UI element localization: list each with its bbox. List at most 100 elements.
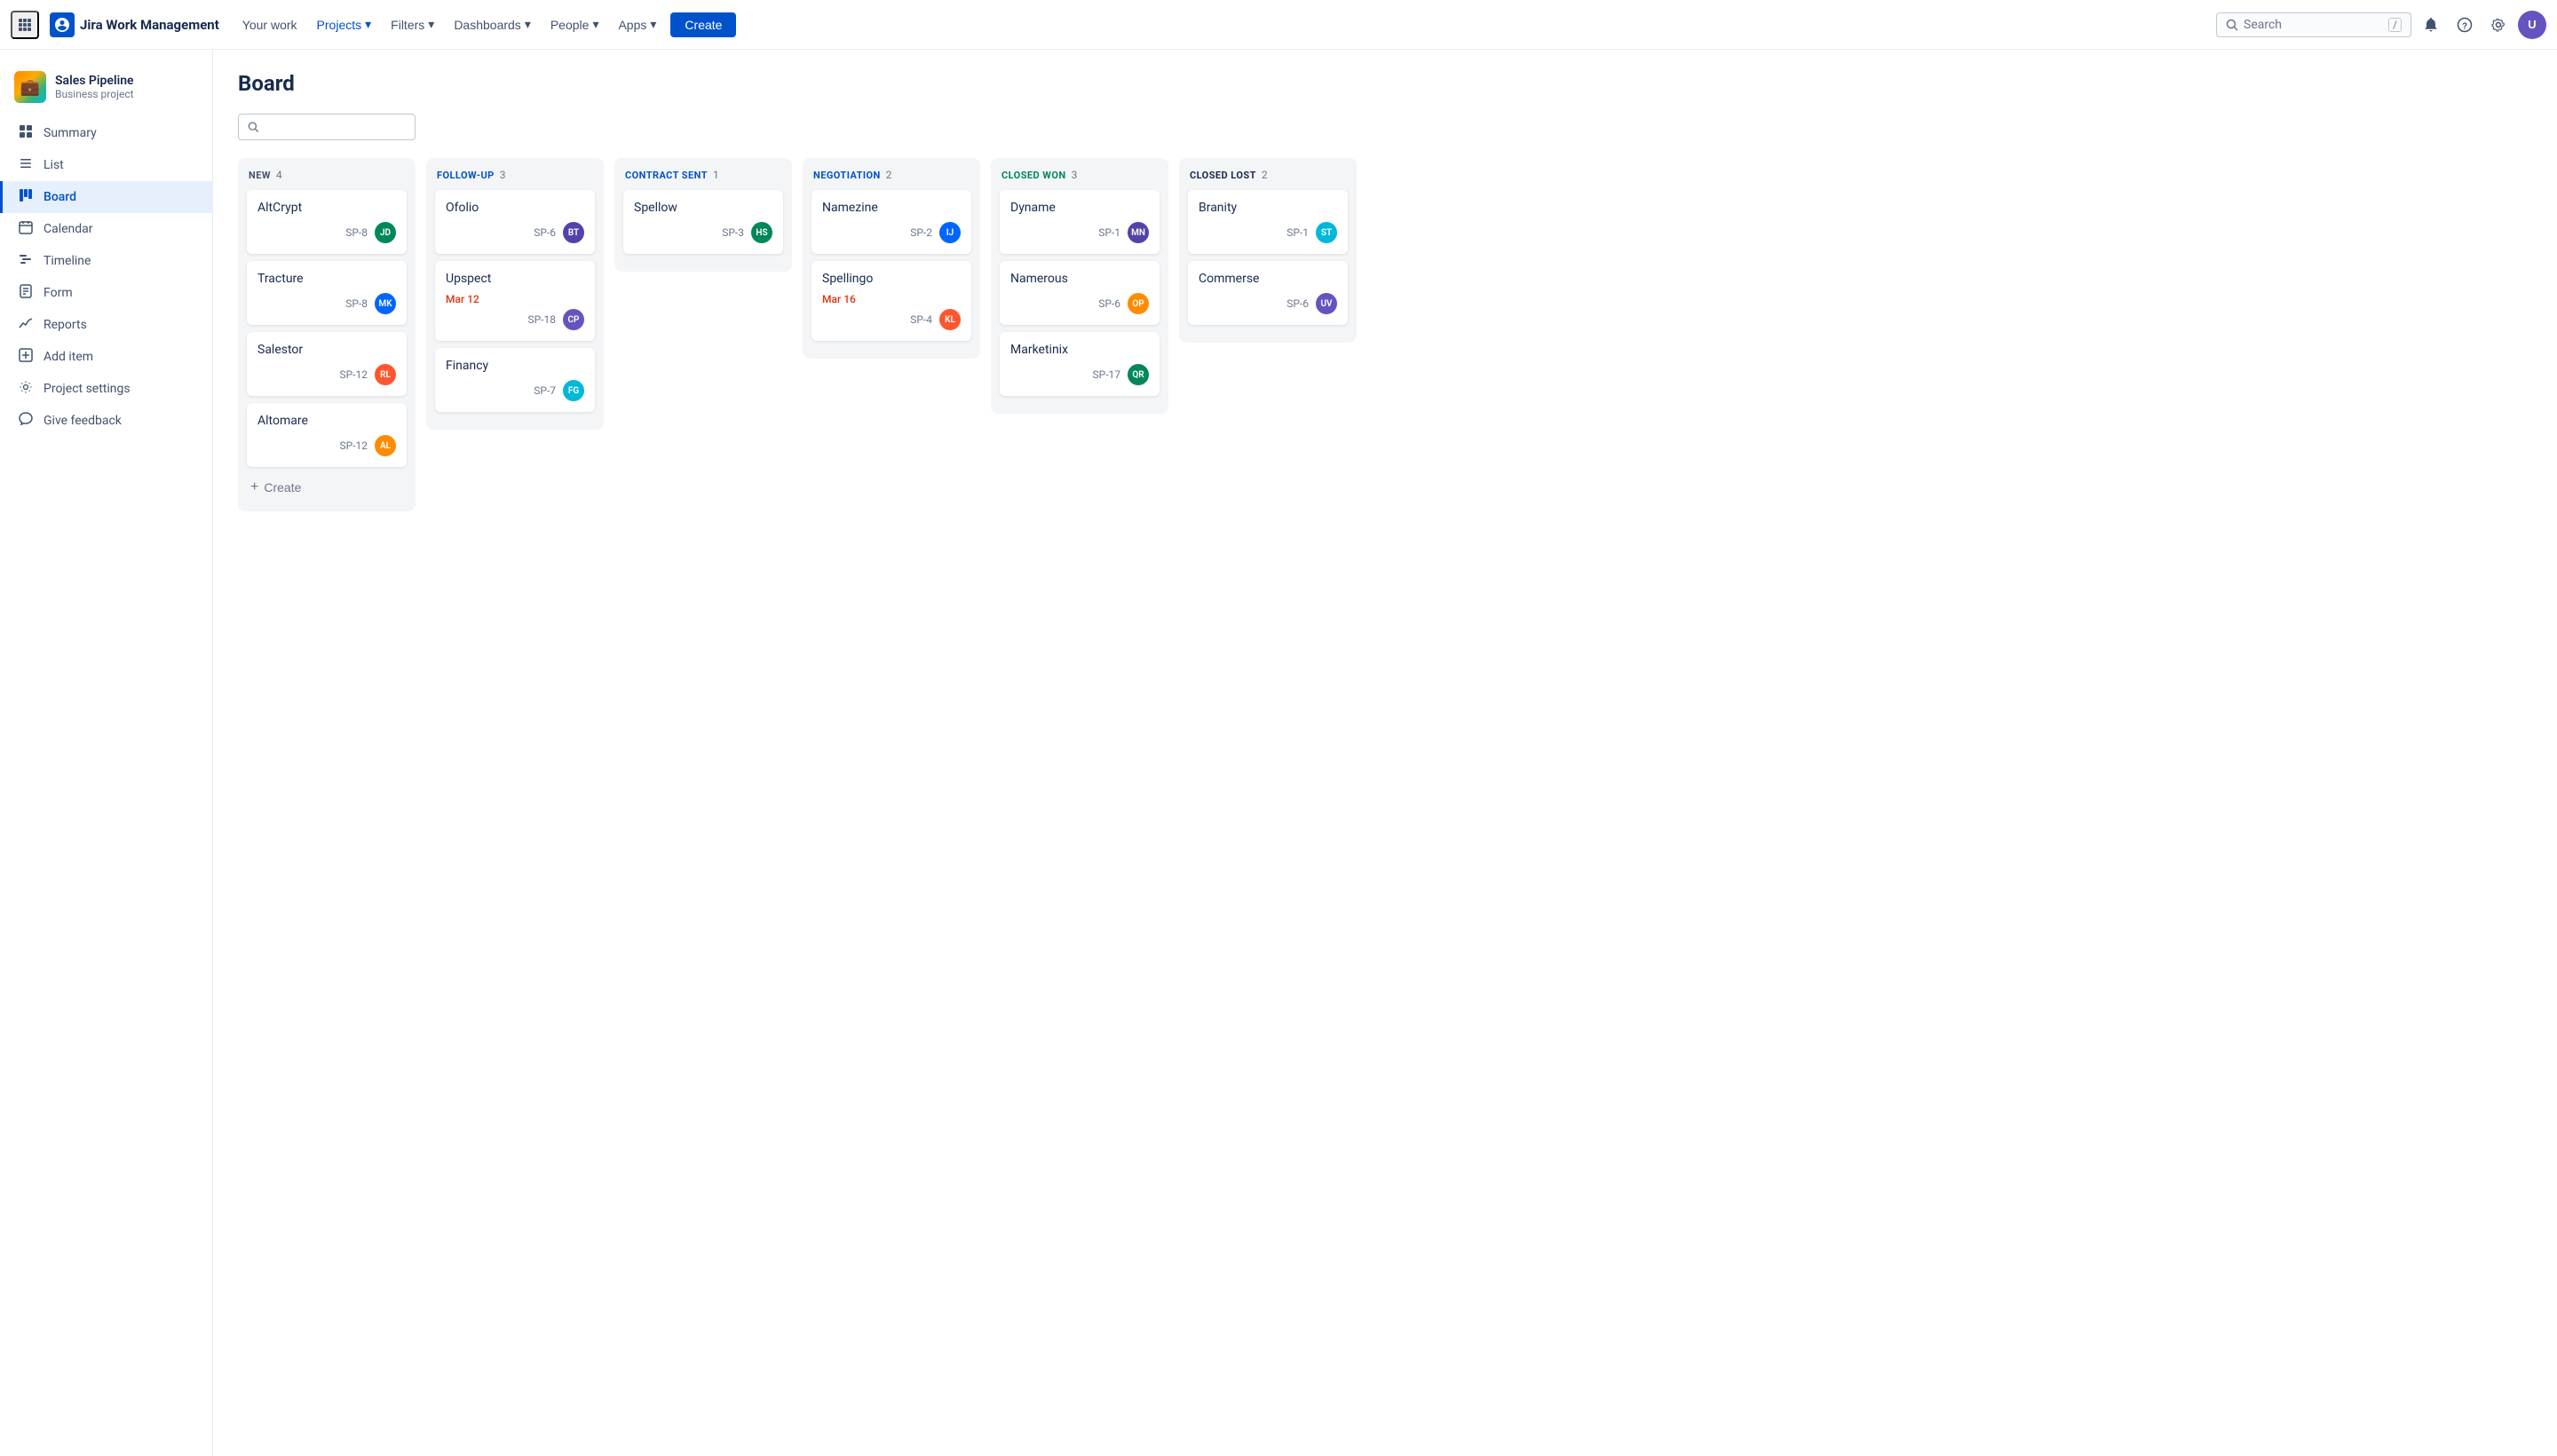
nav-right: Search / ? U: [2216, 11, 2546, 39]
card-footer: SP-3 HS: [634, 222, 772, 243]
card-title: Spellow: [634, 201, 772, 215]
sidebar-item-form[interactable]: Form: [0, 277, 212, 309]
card[interactable]: Tracture SP-8 MK: [247, 261, 407, 325]
card-avatar: CP: [563, 309, 584, 330]
card-title: Spellingo: [822, 272, 961, 286]
search-placeholder-text: Search: [2244, 18, 2383, 32]
notifications-button[interactable]: [2417, 11, 2445, 39]
create-card-button[interactable]: + Create: [247, 474, 407, 501]
sidebar-item-project-settings[interactable]: Project settings: [0, 373, 212, 405]
card-footer: SP-17 QR: [1010, 364, 1149, 385]
card-title: Financy: [446, 359, 584, 373]
nav-apps[interactable]: Apps ▾: [609, 12, 665, 37]
sidebar-item-add-item[interactable]: Add item: [0, 341, 212, 373]
card-avatar: OP: [1128, 293, 1149, 314]
nav-filters[interactable]: Filters ▾: [382, 12, 443, 37]
card-id: SP-12: [340, 439, 368, 452]
board-column-closed-lost: CLOSED LOST2 Branity SP-1 ST Commerse SP…: [1179, 158, 1357, 343]
sidebar-label-reports: Reports: [44, 318, 87, 332]
column-header-negotiation: NEGOTIATION2: [811, 169, 971, 181]
card-title: Dyname: [1010, 201, 1149, 215]
card-footer: SP-12 AL: [257, 435, 396, 456]
sidebar-item-timeline[interactable]: Timeline: [0, 245, 212, 277]
nav-your-work[interactable]: Your work: [234, 12, 306, 37]
card-id: SP-17: [1093, 368, 1121, 381]
card[interactable]: Ofolio SP-6 BT: [435, 190, 595, 254]
nav-dashboards[interactable]: Dashboards ▾: [445, 12, 540, 37]
card-footer: SP-1 MN: [1010, 222, 1149, 243]
card-title: AltCrypt: [257, 201, 396, 215]
card-id: SP-12: [340, 368, 368, 381]
add-item-icon: [17, 348, 35, 366]
sidebar-label-project-settings: Project settings: [44, 382, 131, 396]
card-avatar: BT: [563, 222, 584, 243]
card[interactable]: Dyname SP-1 MN: [1000, 190, 1160, 254]
card[interactable]: Salestor SP-12 RL: [247, 332, 407, 396]
help-button[interactable]: ?: [2450, 11, 2479, 39]
grid-menu-button[interactable]: [11, 11, 39, 39]
card[interactable]: Upspect Mar 12 SP-18 CP: [435, 261, 595, 341]
column-title-contract-sent: CONTRACT SENT: [625, 170, 708, 181]
card[interactable]: Namezine SP-2 IJ: [811, 190, 971, 254]
card[interactable]: Altomare SP-12 AL: [247, 403, 407, 467]
card-footer: SP-6 OP: [1010, 293, 1149, 314]
sidebar-item-summary[interactable]: Summary: [0, 117, 212, 149]
column-count-negotiation: 2: [886, 169, 892, 181]
sidebar-item-board[interactable]: Board: [0, 181, 212, 213]
card-due-date: Mar 12: [446, 293, 584, 305]
card-id: SP-4: [910, 313, 932, 326]
plus-icon: +: [250, 479, 258, 495]
svg-text:?: ?: [2462, 21, 2467, 31]
card-title: Namezine: [822, 201, 961, 215]
sidebar-label-summary: Summary: [44, 126, 97, 140]
card-title: Ofolio: [446, 201, 584, 215]
projects-chevron-icon: ▾: [365, 17, 371, 32]
board-search-input[interactable]: [265, 120, 406, 134]
nav-people[interactable]: People ▾: [542, 12, 608, 37]
card-avatar: ST: [1316, 222, 1337, 243]
card-footer: SP-8 JD: [257, 222, 396, 243]
card-footer: SP-2 IJ: [822, 222, 961, 243]
card-id: SP-6: [534, 226, 556, 239]
card[interactable]: AltCrypt SP-8 JD: [247, 190, 407, 254]
card[interactable]: Commerse SP-6 UV: [1188, 261, 1348, 325]
main-content: Board NEW4 AltCrypt SP-8 JD Tracture SP-…: [213, 50, 2557, 1456]
sidebar-label-list: List: [44, 158, 64, 172]
nav-items: Your work Projects ▾ Filters ▾ Dashboard…: [234, 12, 737, 37]
nav-projects[interactable]: Projects ▾: [308, 12, 381, 37]
app-layout: 💼 Sales Pipeline Business project Summar…: [0, 50, 2557, 1456]
card-avatar: IJ: [939, 222, 961, 243]
sidebar-item-give-feedback[interactable]: Give feedback: [0, 405, 212, 437]
sidebar-item-list[interactable]: List: [0, 149, 212, 181]
list-icon: [17, 156, 35, 174]
card-avatar: HS: [751, 222, 772, 243]
card[interactable]: Branity SP-1 ST: [1188, 190, 1348, 254]
card-footer: SP-8 MK: [257, 293, 396, 314]
board-search-box[interactable]: [238, 114, 416, 140]
user-avatar-button[interactable]: U: [2518, 11, 2546, 39]
settings-button[interactable]: [2484, 11, 2513, 39]
card-footer: SP-1 ST: [1199, 222, 1337, 243]
sidebar-item-reports[interactable]: Reports: [0, 309, 212, 341]
sidebar-item-calendar[interactable]: Calendar: [0, 213, 212, 245]
card[interactable]: Namerous SP-6 OP: [1000, 261, 1160, 325]
card[interactable]: Marketinix SP-17 QR: [1000, 332, 1160, 396]
board-search-icon: [248, 121, 259, 133]
column-title-follow-up: FOLLOW-UP: [437, 170, 495, 181]
card-id: SP-3: [722, 226, 744, 239]
card[interactable]: Spellingo Mar 16 SP-4 KL: [811, 261, 971, 341]
filters-chevron-icon: ▾: [428, 17, 434, 32]
card-footer: SP-4 KL: [822, 309, 961, 330]
give-feedback-icon: [17, 412, 35, 430]
app-logo[interactable]: Jira Work Management: [43, 12, 226, 37]
card-title: Commerse: [1199, 272, 1337, 286]
create-button[interactable]: Create: [670, 12, 736, 37]
column-title-new: NEW: [249, 170, 271, 181]
column-count-follow-up: 3: [500, 169, 506, 181]
card[interactable]: Spellow SP-3 HS: [623, 190, 783, 254]
card[interactable]: Financy SP-7 FG: [435, 348, 595, 412]
board-column-follow-up: FOLLOW-UP 3 Ofolio SP-6 BT Upspect Mar 12…: [426, 158, 604, 430]
project-info: Sales Pipeline Business project: [55, 74, 134, 100]
search-box[interactable]: Search /: [2216, 12, 2411, 37]
card-footer: SP-7 FG: [446, 380, 584, 401]
